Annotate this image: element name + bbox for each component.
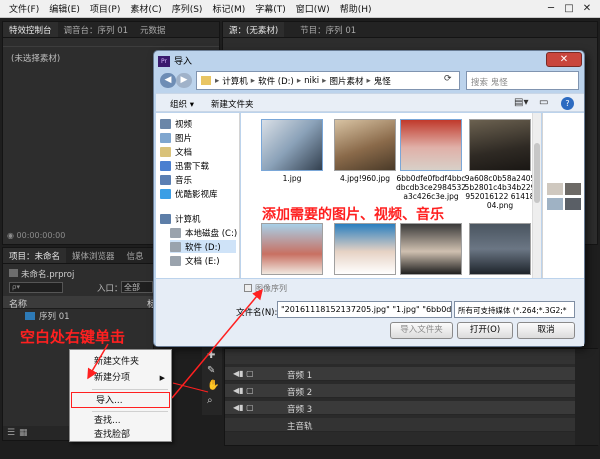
arrow-to-menu-pointer (87, 343, 109, 380)
arrow-to-dialog (171, 288, 263, 399)
annotation-arrows (87, 288, 263, 399)
